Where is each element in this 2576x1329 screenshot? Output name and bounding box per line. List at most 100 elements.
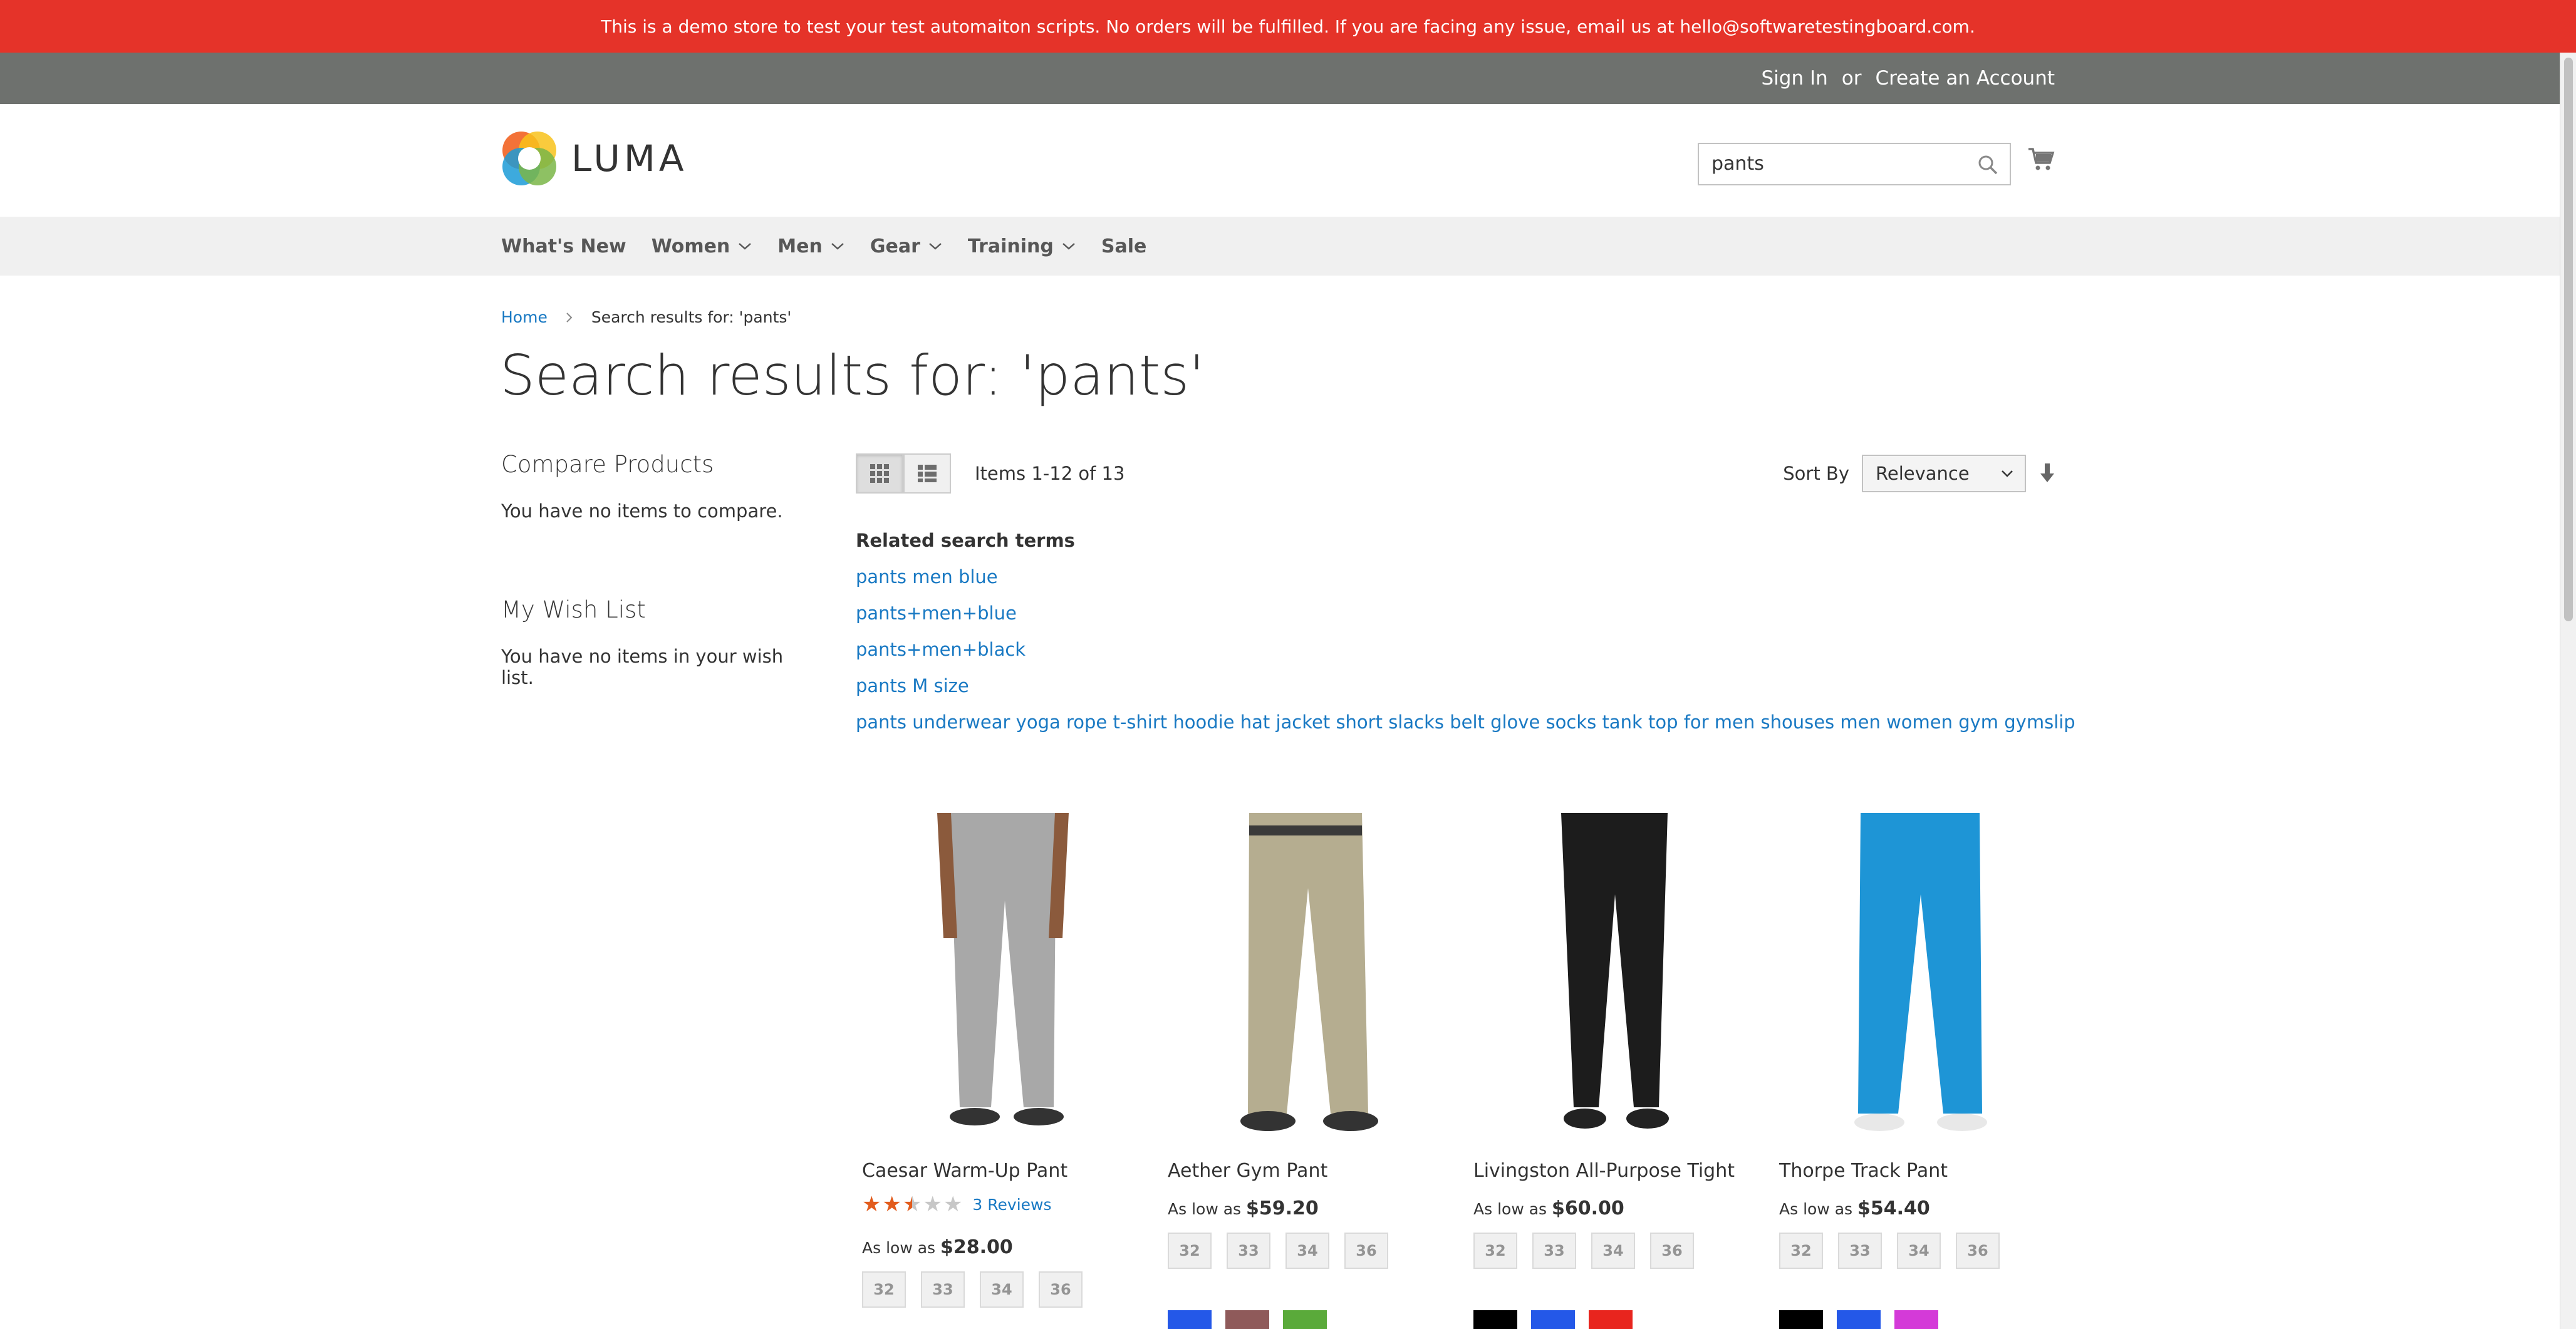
nav-item-sale[interactable]: Sale — [1101, 235, 1146, 257]
list-icon — [918, 465, 937, 482]
product-image[interactable] — [868, 813, 1131, 1149]
related-term-link[interactable]: pants+men+blue — [856, 602, 2075, 624]
product-price: As low as $28.00 — [862, 1236, 1013, 1258]
size-option[interactable]: 36 — [1956, 1233, 2000, 1269]
color-swatch-black[interactable] — [1779, 1310, 1823, 1329]
sort-direction-arrow-icon[interactable] — [2038, 461, 2056, 486]
color-swatch-purple[interactable] — [1894, 1310, 1938, 1329]
grid-view-button[interactable] — [856, 453, 903, 494]
site-header: LUMA pants — [0, 104, 2560, 217]
nav-item-label: Women — [651, 235, 730, 257]
price-value: $60.00 — [1552, 1197, 1624, 1219]
cart-icon[interactable] — [2027, 145, 2055, 173]
list-view-button[interactable] — [903, 453, 951, 494]
create-account-link[interactable]: Create an Account — [1875, 67, 2055, 90]
nav-items: What's New Women Men Gear Training Sale — [501, 217, 1171, 276]
sorter: Sort By Relevance — [1783, 451, 2056, 496]
color-swatch-blue[interactable] — [1531, 1310, 1575, 1329]
grid-icon — [870, 464, 889, 483]
price-prefix: As low as — [862, 1239, 936, 1257]
size-swatches: 32 33 34 36 — [862, 1271, 1083, 1308]
luma-logo[interactable]: LUMA — [501, 130, 688, 187]
nav-item-label: What's New — [501, 235, 626, 257]
color-swatch-red[interactable] — [1589, 1310, 1633, 1329]
color-swatch-brown[interactable] — [1225, 1310, 1269, 1329]
nav-item-gear[interactable]: Gear — [870, 235, 943, 257]
product-name-link[interactable]: Livingston All-Purpose Tight — [1473, 1160, 1735, 1182]
breadcrumb-home-link[interactable]: Home — [501, 308, 548, 326]
size-option[interactable]: 33 — [1838, 1233, 1882, 1269]
nav-item-whats-new[interactable]: What's New — [501, 235, 626, 257]
color-swatch-green[interactable] — [1283, 1310, 1327, 1329]
nav-item-label: Training — [967, 235, 1054, 257]
size-option[interactable]: 33 — [921, 1271, 965, 1308]
product-name-link[interactable]: Aether Gym Pant — [1168, 1160, 1327, 1182]
nav-item-label: Sale — [1101, 235, 1147, 257]
product-image[interactable] — [1174, 813, 1437, 1149]
nav-item-women[interactable]: Women — [652, 235, 753, 257]
product-rating: ★ ★ ★ ★ ★ 3 Reviews — [862, 1194, 1052, 1215]
demo-notice-banner: This is a demo store to test your test a… — [0, 0, 2576, 53]
color-swatch-black[interactable] — [1473, 1310, 1517, 1329]
product-image[interactable] — [1785, 813, 2049, 1149]
star-icon: ★ — [943, 1192, 963, 1217]
reviews-link[interactable]: 3 Reviews — [972, 1196, 1051, 1214]
price-value: $28.00 — [940, 1236, 1013, 1258]
size-option[interactable]: 34 — [1591, 1233, 1635, 1269]
page-title: Search results for: 'pants' — [500, 343, 1205, 408]
search-field[interactable]: pants — [1698, 143, 2011, 185]
wishlist-empty-text: You have no items in your wish list. — [501, 646, 784, 688]
products-toolbar: Items 1-12 of 13 Sort By Relevance — [856, 451, 2056, 496]
size-option[interactable]: 34 — [1897, 1233, 1941, 1269]
view-mode-switcher — [856, 453, 951, 494]
sort-by-value: Relevance — [1876, 463, 1970, 484]
chevron-down-icon — [2002, 470, 2013, 477]
size-option[interactable]: 36 — [1650, 1233, 1694, 1269]
size-option[interactable]: 33 — [1227, 1233, 1270, 1269]
search-input-value[interactable]: pants — [1711, 144, 1764, 184]
sort-by-select[interactable]: Relevance — [1862, 455, 2026, 492]
sign-in-link[interactable]: Sign In — [1761, 67, 1827, 90]
size-option[interactable]: 33 — [1532, 1233, 1576, 1269]
color-swatches — [1779, 1310, 1938, 1329]
chevron-down-icon — [739, 243, 752, 250]
product-price: As low as $60.00 — [1473, 1197, 1624, 1219]
color-swatch-blue[interactable] — [1837, 1310, 1881, 1329]
price-value: $54.40 — [1857, 1197, 1930, 1219]
price-prefix: As low as — [1473, 1200, 1547, 1218]
page-scrollbar[interactable] — [2560, 53, 2576, 1329]
size-option[interactable]: 36 — [1344, 1233, 1388, 1269]
chevron-down-icon — [1062, 243, 1075, 250]
nav-item-label: Men — [777, 235, 823, 257]
related-terms-title: Related search terms — [856, 530, 1075, 551]
size-option[interactable]: 32 — [862, 1271, 906, 1308]
sort-by-label: Sort By — [1783, 463, 1849, 484]
related-term-link[interactable]: pants underwear yoga rope t-shirt hoodie… — [856, 711, 2075, 733]
size-swatches: 32 33 34 36 — [1168, 1233, 1388, 1269]
color-swatch-blue[interactable] — [1168, 1310, 1212, 1329]
chevron-down-icon — [929, 243, 942, 250]
product-name-link[interactable]: Caesar Warm-Up Pant — [862, 1160, 1067, 1182]
related-term-link[interactable]: pants men blue — [856, 566, 2075, 587]
related-term-link[interactable]: pants+men+black — [856, 639, 2075, 660]
nav-item-men[interactable]: Men — [777, 235, 845, 257]
size-option[interactable]: 32 — [1473, 1233, 1517, 1269]
size-option[interactable]: 32 — [1168, 1233, 1212, 1269]
size-option[interactable]: 32 — [1779, 1233, 1823, 1269]
product-name-link[interactable]: Thorpe Track Pant — [1779, 1160, 1948, 1182]
size-option[interactable]: 36 — [1039, 1271, 1083, 1308]
star-icon: ★ — [923, 1192, 942, 1217]
compare-title: Compare Products — [501, 451, 714, 478]
demo-notice-text: This is a demo store to test your test a… — [601, 16, 1975, 37]
size-option[interactable]: 34 — [980, 1271, 1024, 1308]
wishlist-title: My Wish List — [501, 596, 646, 623]
color-swatches — [1473, 1310, 1633, 1329]
product-image[interactable] — [1480, 813, 1743, 1149]
search-icon[interactable] — [1977, 154, 1998, 175]
nav-item-training[interactable]: Training — [968, 235, 1076, 257]
header-panel: Sign In or Create an Account — [0, 53, 2560, 104]
scrollbar-thumb[interactable] — [2564, 58, 2573, 621]
price-prefix: As low as — [1168, 1200, 1242, 1218]
size-option[interactable]: 34 — [1285, 1233, 1329, 1269]
related-term-link[interactable]: pants M size — [856, 675, 2075, 696]
